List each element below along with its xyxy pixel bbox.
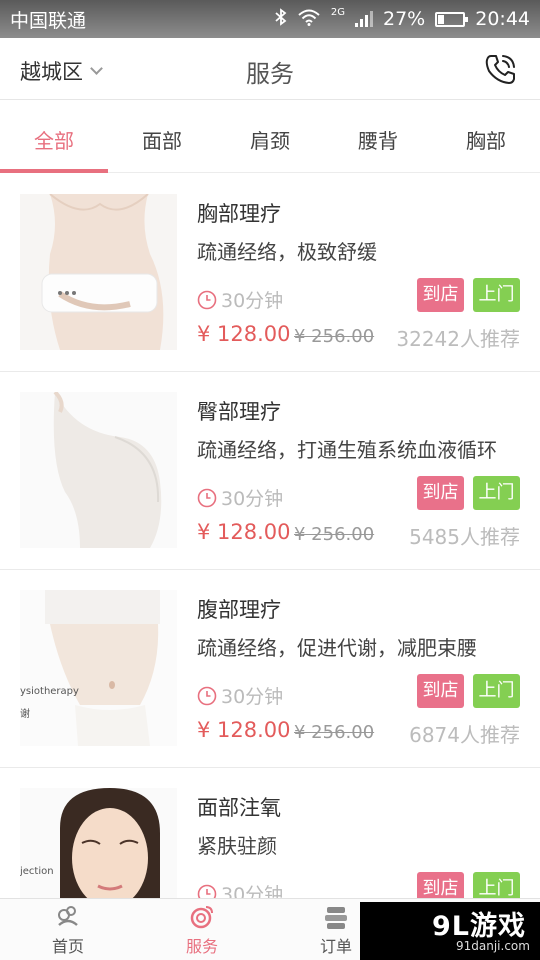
service-name: 臀部理疗 <box>197 400 281 424</box>
battery-fill <box>438 14 445 24</box>
status-bar: 中国联通 2G 27% 20:44 <box>0 0 540 38</box>
service-name: 胸部理疗 <box>197 202 281 226</box>
service-description: 疏通经络，极致舒缓 <box>197 240 377 264</box>
current-price: ¥ 128.00 <box>197 322 291 346</box>
thumbnail-caption: ysiotherapy <box>20 686 79 697</box>
tab-waist-back[interactable]: 腰背 <box>324 101 432 172</box>
app-screen: 中国联通 2G 27% 20:44 越城区 服务 全部 面部 肩颈 腰背 胸部 … <box>0 0 540 960</box>
carrier-label: 中国联通 <box>10 9 87 32</box>
recommend-count: 32242人推荐 <box>396 327 520 351</box>
clock-label: 20:44 <box>475 8 530 30</box>
nav-home-label: 首页 <box>51 937 84 956</box>
battery-percent-label: 27% <box>383 8 426 30</box>
original-price: ¥ 256.00 <box>294 326 375 347</box>
service-thumbnail <box>20 194 177 350</box>
recommend-count: 5485人推荐 <box>409 525 520 549</box>
watermark-url: 91danji.com <box>456 939 530 953</box>
service-item[interactable]: 臀部理疗 疏通经络，打通生殖系统血液循环 30分钟 到店 上门 ¥ 128.00… <box>0 372 540 570</box>
clock-icon <box>197 686 217 705</box>
order-icon <box>325 907 347 929</box>
original-price: ¥ 256.00 <box>294 524 375 545</box>
watermark-logo: 9L游戏 <box>432 911 526 942</box>
home-visit-button[interactable]: 上门 <box>473 278 520 312</box>
service-icon <box>190 906 213 929</box>
thumbnail-caption: 谢 <box>20 709 30 720</box>
tab-shoulder-neck[interactable]: 肩颈 <box>216 101 324 172</box>
wifi-icon <box>297 8 321 31</box>
app-header: 越城区 服务 <box>0 38 540 100</box>
service-name: 面部注氧 <box>197 796 281 820</box>
service-thumbnail: ysiotherapy 谢 <box>20 590 177 746</box>
service-item[interactable]: 胸部理疗 疏通经络，极致舒缓 30分钟 到店 上门 ¥ 128.00 ¥ 256… <box>0 174 540 372</box>
network-type-label: 2G <box>330 6 345 18</box>
duration-label: 30分钟 <box>221 290 284 312</box>
current-price: ¥ 128.00 <box>197 520 291 544</box>
service-description: 疏通经络，打通生殖系统血液循环 <box>197 438 497 462</box>
chevron-down-icon <box>90 61 103 75</box>
nav-home[interactable]: 首页 <box>28 903 108 957</box>
thumbnail-caption: jection <box>20 866 54 877</box>
in-store-button[interactable]: 到店 <box>417 674 464 708</box>
clock-icon <box>197 290 217 309</box>
phone-call-button[interactable] <box>484 52 518 86</box>
home-icon <box>58 906 78 926</box>
tab-all[interactable]: 全部 <box>0 101 108 173</box>
district-selector[interactable]: 越城区 <box>20 56 103 86</box>
category-tabs: 全部 面部 肩颈 腰背 胸部 <box>0 101 540 173</box>
district-label: 越城区 <box>20 60 83 84</box>
in-store-button[interactable]: 到店 <box>417 476 464 510</box>
tab-face[interactable]: 面部 <box>108 101 216 172</box>
nav-orders-label: 订单 <box>319 937 352 956</box>
phone-call-icon <box>485 55 515 84</box>
battery-icon <box>435 11 469 27</box>
site-watermark: 9L游戏 91danji.com <box>360 902 540 960</box>
service-description: 疏通经络，促进代谢，减肥束腰 <box>197 636 477 660</box>
nav-service-label: 服务 <box>185 937 218 956</box>
service-thumbnail <box>20 392 177 548</box>
service-duration: 30分钟 <box>197 484 283 511</box>
nav-service[interactable]: 服务 <box>162 903 242 957</box>
service-duration: 30分钟 <box>197 286 283 313</box>
service-name: 腹部理疗 <box>197 598 281 622</box>
signal-icon <box>355 11 373 27</box>
clock-icon <box>197 488 217 507</box>
duration-label: 30分钟 <box>221 488 284 510</box>
service-item[interactable]: ysiotherapy 谢 腹部理疗 疏通经络，促进代谢，减肥束腰 30分钟 到… <box>0 570 540 768</box>
tab-chest[interactable]: 胸部 <box>432 101 540 172</box>
service-duration: 30分钟 <box>197 682 283 709</box>
service-list: 胸部理疗 疏通经络，极致舒缓 30分钟 到店 上门 ¥ 128.00 ¥ 256… <box>0 174 540 960</box>
in-store-button[interactable]: 到店 <box>417 278 464 312</box>
service-description: 紧肤驻颜 <box>197 834 277 858</box>
duration-label: 30分钟 <box>221 686 284 708</box>
home-visit-button[interactable]: 上门 <box>473 476 520 510</box>
home-visit-button[interactable]: 上门 <box>473 674 520 708</box>
original-price: ¥ 256.00 <box>294 722 375 743</box>
status-icons: 2G 27% 20:44 <box>275 6 530 31</box>
current-price: ¥ 128.00 <box>197 718 291 742</box>
bluetooth-icon <box>275 7 287 31</box>
recommend-count: 6874人推荐 <box>409 723 520 747</box>
